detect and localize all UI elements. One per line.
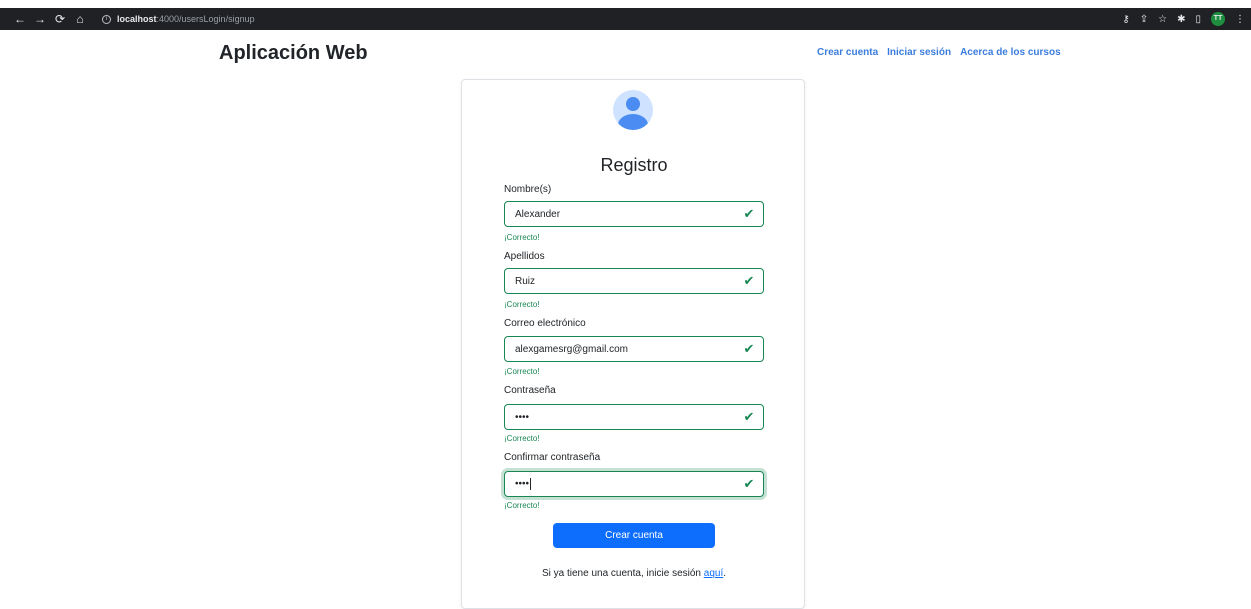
forward-arrow-icon[interactable]: → xyxy=(32,11,48,27)
profile-avatar[interactable]: TT xyxy=(1211,12,1225,26)
first-name-value: Alexander xyxy=(515,208,561,220)
star-icon[interactable]: ☆ xyxy=(1158,14,1167,25)
nav-link-login[interactable]: Iniciar sesión xyxy=(887,47,951,58)
check-icon: ✔ xyxy=(743,273,755,288)
confirm-password-value: •••• xyxy=(515,478,530,490)
url-host: localhost xyxy=(117,14,157,24)
confirm-password-feedback: ¡Correcto! xyxy=(504,501,540,510)
browser-toolbar: ← → ⟳ ⌂ i localhost:4000/usersLogin/sign… xyxy=(0,8,1251,30)
login-hint: Si ya tiene una cuenta, inicie sesión aq… xyxy=(462,568,806,579)
brand-title[interactable]: Aplicación Web xyxy=(219,42,368,65)
last-name-input[interactable]: Ruiz ✔ xyxy=(504,268,764,294)
create-account-button[interactable]: Crear cuenta xyxy=(553,523,715,548)
check-icon: ✔ xyxy=(743,341,755,356)
nav-links: Crear cuenta Iniciar sesión Acerca de lo… xyxy=(817,47,1061,58)
info-icon[interactable]: i xyxy=(102,14,111,24)
menu-icon[interactable]: ⋮ xyxy=(1235,14,1245,25)
confirm-password-label: Confirmar contraseña xyxy=(504,452,601,463)
browser-actions: ⚷ ⇪ ☆ ✱ ▯ TT ⋮ xyxy=(1122,8,1245,30)
password-feedback: ¡Correcto! xyxy=(504,434,540,443)
share-icon[interactable]: ⇪ xyxy=(1140,14,1148,25)
nav-link-create-account[interactable]: Crear cuenta xyxy=(817,47,878,58)
key-icon[interactable]: ⚷ xyxy=(1122,14,1129,25)
email-value: alexgamesrg@gmail.com xyxy=(515,343,628,355)
email-label: Correo electrónico xyxy=(504,318,586,329)
address-bar[interactable]: i localhost:4000/usersLogin/signup xyxy=(102,14,255,24)
login-hint-text: Si ya tiene una cuenta, inicie sesión xyxy=(541,568,704,579)
login-here-link[interactable]: aquí xyxy=(704,568,723,579)
confirm-password-input[interactable]: •••• ✔ xyxy=(504,471,764,497)
reload-icon[interactable]: ⟳ xyxy=(52,11,68,27)
check-icon: ✔ xyxy=(743,206,755,221)
text-caret xyxy=(530,478,532,490)
last-name-label: Apellidos xyxy=(504,251,545,262)
extensions-icon[interactable]: ✱ xyxy=(1177,14,1185,25)
nav-link-about-courses[interactable]: Acerca de los cursos xyxy=(960,47,1061,58)
url-path: :4000/usersLogin/signup xyxy=(156,14,255,24)
signup-card: Registro Nombre(s) Alexander ✔ ¡Correcto… xyxy=(461,79,805,609)
first-name-label: Nombre(s) xyxy=(504,184,552,195)
password-label: Contraseña xyxy=(504,385,556,396)
form-title: Registro xyxy=(600,155,668,175)
login-hint-suffix: . xyxy=(723,568,727,579)
check-icon: ✔ xyxy=(743,476,755,491)
last-name-feedback: ¡Correcto! xyxy=(504,300,540,309)
email-input[interactable]: alexgamesrg@gmail.com ✔ xyxy=(504,336,764,362)
last-name-value: Ruiz xyxy=(515,275,536,287)
first-name-feedback: ¡Correcto! xyxy=(504,233,540,242)
home-icon[interactable]: ⌂ xyxy=(72,11,88,27)
password-value: •••• xyxy=(515,411,530,423)
sidebar-icon[interactable]: ▯ xyxy=(1195,14,1201,25)
user-avatar-icon xyxy=(613,90,653,130)
back-arrow-icon[interactable]: ← xyxy=(12,11,28,27)
first-name-input[interactable]: Alexander ✔ xyxy=(504,201,764,227)
email-feedback: ¡Correcto! xyxy=(504,367,540,376)
password-input[interactable]: •••• ✔ xyxy=(504,404,764,430)
check-icon: ✔ xyxy=(743,409,755,424)
